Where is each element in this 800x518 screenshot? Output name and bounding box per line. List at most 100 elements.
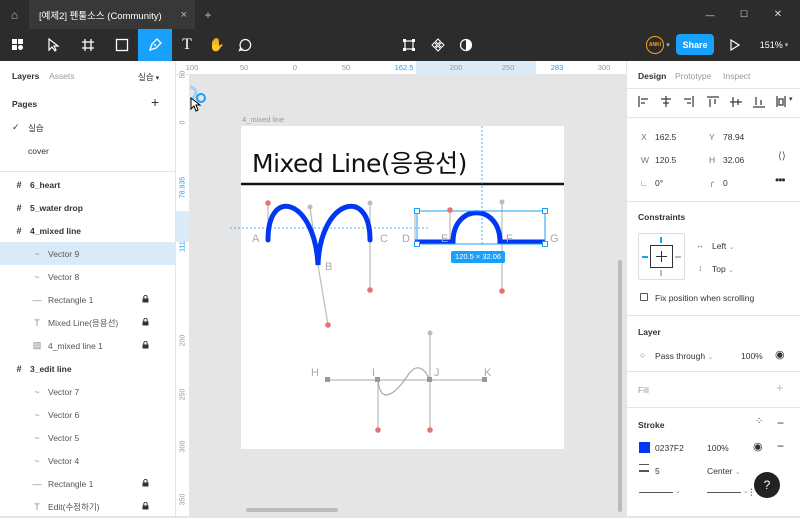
- x-input[interactable]: 162.5: [655, 132, 676, 142]
- resize-handle[interactable]: [542, 241, 548, 247]
- rotation-input[interactable]: 0°: [655, 178, 663, 188]
- crop-icon[interactable]: [398, 29, 420, 61]
- chevron-down-icon[interactable]: ▾: [664, 29, 672, 61]
- tab-inspect[interactable]: Inspect: [723, 71, 750, 81]
- anchor-point[interactable]: [447, 207, 453, 213]
- resize-handle[interactable]: [542, 208, 548, 214]
- eye-icon[interactable]: ◉: [753, 440, 763, 453]
- align-right-icon[interactable]: [684, 96, 694, 107]
- home-icon[interactable]: ⌂: [0, 0, 29, 29]
- anchor-square[interactable]: [375, 377, 380, 382]
- lock-icon[interactable]: [142, 294, 149, 305]
- layer-item[interactable]: ~ Vector 4: [0, 449, 175, 472]
- minimize-icon[interactable]: —: [695, 0, 725, 29]
- stroke-opacity-input[interactable]: 100%: [707, 443, 729, 453]
- eye-icon[interactable]: ◉: [775, 348, 785, 361]
- anchor-square[interactable]: [427, 377, 432, 382]
- blend-mode-select[interactable]: Pass through ⌄: [655, 351, 713, 361]
- tab-assets[interactable]: Assets: [49, 71, 75, 81]
- frame-tool-icon[interactable]: [74, 29, 102, 61]
- h-input[interactable]: 32.06: [723, 155, 744, 165]
- zoom-dropdown[interactable]: 151% ▾: [755, 29, 793, 61]
- selection-box[interactable]: [416, 210, 546, 245]
- lock-icon[interactable]: [142, 317, 149, 328]
- close-tab-icon[interactable]: ×: [181, 9, 187, 21]
- layer-item[interactable]: — Rectangle 1: [0, 472, 175, 495]
- horizontal-constraint-select[interactable]: Left ⌄: [712, 241, 734, 251]
- main-menu-icon[interactable]: [6, 29, 34, 61]
- y-input[interactable]: 78.94: [723, 132, 744, 142]
- layer-item[interactable]: — Rectangle 1: [0, 288, 175, 311]
- align-left-icon[interactable]: [638, 96, 648, 107]
- present-icon[interactable]: [726, 29, 744, 61]
- tab-design[interactable]: Design: [638, 71, 666, 81]
- layer-item[interactable]: T Edit(수정하기): [0, 495, 175, 518]
- lock-icon[interactable]: [142, 478, 149, 489]
- layer-item[interactable]: ~ Vector 5: [0, 426, 175, 449]
- anchor-point[interactable]: [427, 330, 433, 336]
- stroke-weight-input[interactable]: 5: [655, 466, 660, 476]
- align-bottom-icon[interactable]: [753, 97, 765, 108]
- page-item[interactable]: ✓ 실습: [0, 116, 175, 139]
- drawing-layer[interactable]: [190, 75, 626, 516]
- stroke-color-swatch[interactable]: [639, 442, 650, 453]
- more-options-icon[interactable]: •••: [775, 173, 786, 187]
- layer-item[interactable]: ▨ 4_mixed line 1: [0, 334, 175, 357]
- lock-icon[interactable]: [142, 501, 149, 512]
- anchor-point[interactable]: [325, 322, 331, 328]
- tab-layers[interactable]: Layers: [12, 71, 39, 81]
- stroke-end-select[interactable]: [707, 492, 741, 493]
- layer-item[interactable]: ~ Vector 6: [0, 403, 175, 426]
- anchor-point[interactable]: [499, 288, 505, 294]
- constraints-widget[interactable]: [638, 233, 685, 280]
- stroke-style-icon[interactable]: ⁘: [755, 416, 763, 427]
- component-icon[interactable]: [427, 29, 449, 61]
- document-tab[interactable]: [예제2] 펜툴소스 (Community) ×: [29, 0, 195, 29]
- avatar[interactable]: ANKI: [646, 36, 664, 54]
- shape-tool-icon[interactable]: [108, 29, 136, 61]
- vector-8-curve[interactable]: [415, 210, 545, 245]
- anchor-point[interactable]: [265, 200, 271, 206]
- comment-tool-icon[interactable]: [232, 29, 258, 61]
- anchor-point[interactable]: [499, 199, 505, 205]
- new-tab-icon[interactable]: +: [200, 0, 216, 29]
- contrast-icon[interactable]: [455, 29, 477, 61]
- pen-tool-icon[interactable]: [138, 29, 172, 61]
- layer-opacity-input[interactable]: 100%: [741, 351, 763, 361]
- layer-item[interactable]: ~ Vector 8: [0, 265, 175, 288]
- vertical-constraint-select[interactable]: Top ⌄: [712, 264, 734, 274]
- layer-item[interactable]: #3_edit line: [0, 357, 175, 380]
- resize-handle[interactable]: [414, 241, 420, 247]
- canvas[interactable]: 4_mixed line Mixed Line(응용선) 120.5 × 32.…: [190, 75, 626, 516]
- stroke-more-icon[interactable]: ⫶: [750, 488, 753, 499]
- help-button[interactable]: ?: [754, 472, 780, 498]
- horizontal-scrollbar[interactable]: [246, 508, 338, 512]
- maximize-icon[interactable]: ☐: [729, 0, 759, 29]
- distribute-icon[interactable]: [776, 96, 786, 107]
- align-center-vertical-icon[interactable]: [730, 97, 742, 107]
- constrain-proportions-icon[interactable]: ⟨⟩: [778, 151, 786, 162]
- align-top-icon[interactable]: [707, 96, 719, 107]
- w-input[interactable]: 120.5: [655, 155, 676, 165]
- anchor-point[interactable]: [367, 287, 373, 293]
- share-button[interactable]: Share: [676, 34, 714, 55]
- layer-item[interactable]: T Mixed Line(응용선): [0, 311, 175, 334]
- vertical-scrollbar[interactable]: [618, 260, 622, 512]
- stroke-align-select[interactable]: Center ⌄: [707, 466, 741, 476]
- anchor-point[interactable]: [307, 204, 313, 210]
- page-item[interactable]: cover: [0, 139, 175, 162]
- anchor-point[interactable]: [375, 427, 381, 433]
- layer-item[interactable]: #6_heart: [0, 173, 175, 196]
- layer-item[interactable]: ~ Vector 7: [0, 380, 175, 403]
- anchor-square[interactable]: [325, 377, 330, 382]
- remove-stroke-paint-icon[interactable]: −: [777, 439, 784, 453]
- add-page-icon[interactable]: +: [151, 94, 159, 110]
- lock-icon[interactable]: [142, 340, 149, 351]
- anchor-point[interactable]: [427, 427, 433, 433]
- stroke-color-hex[interactable]: 0237F2: [655, 443, 684, 453]
- add-fill-icon[interactable]: +: [776, 380, 784, 395]
- vector-9-curve[interactable]: [265, 203, 373, 266]
- layer-item[interactable]: #5_water drop: [0, 196, 175, 219]
- anchor-point[interactable]: [367, 200, 373, 206]
- move-tool-icon[interactable]: [40, 29, 68, 61]
